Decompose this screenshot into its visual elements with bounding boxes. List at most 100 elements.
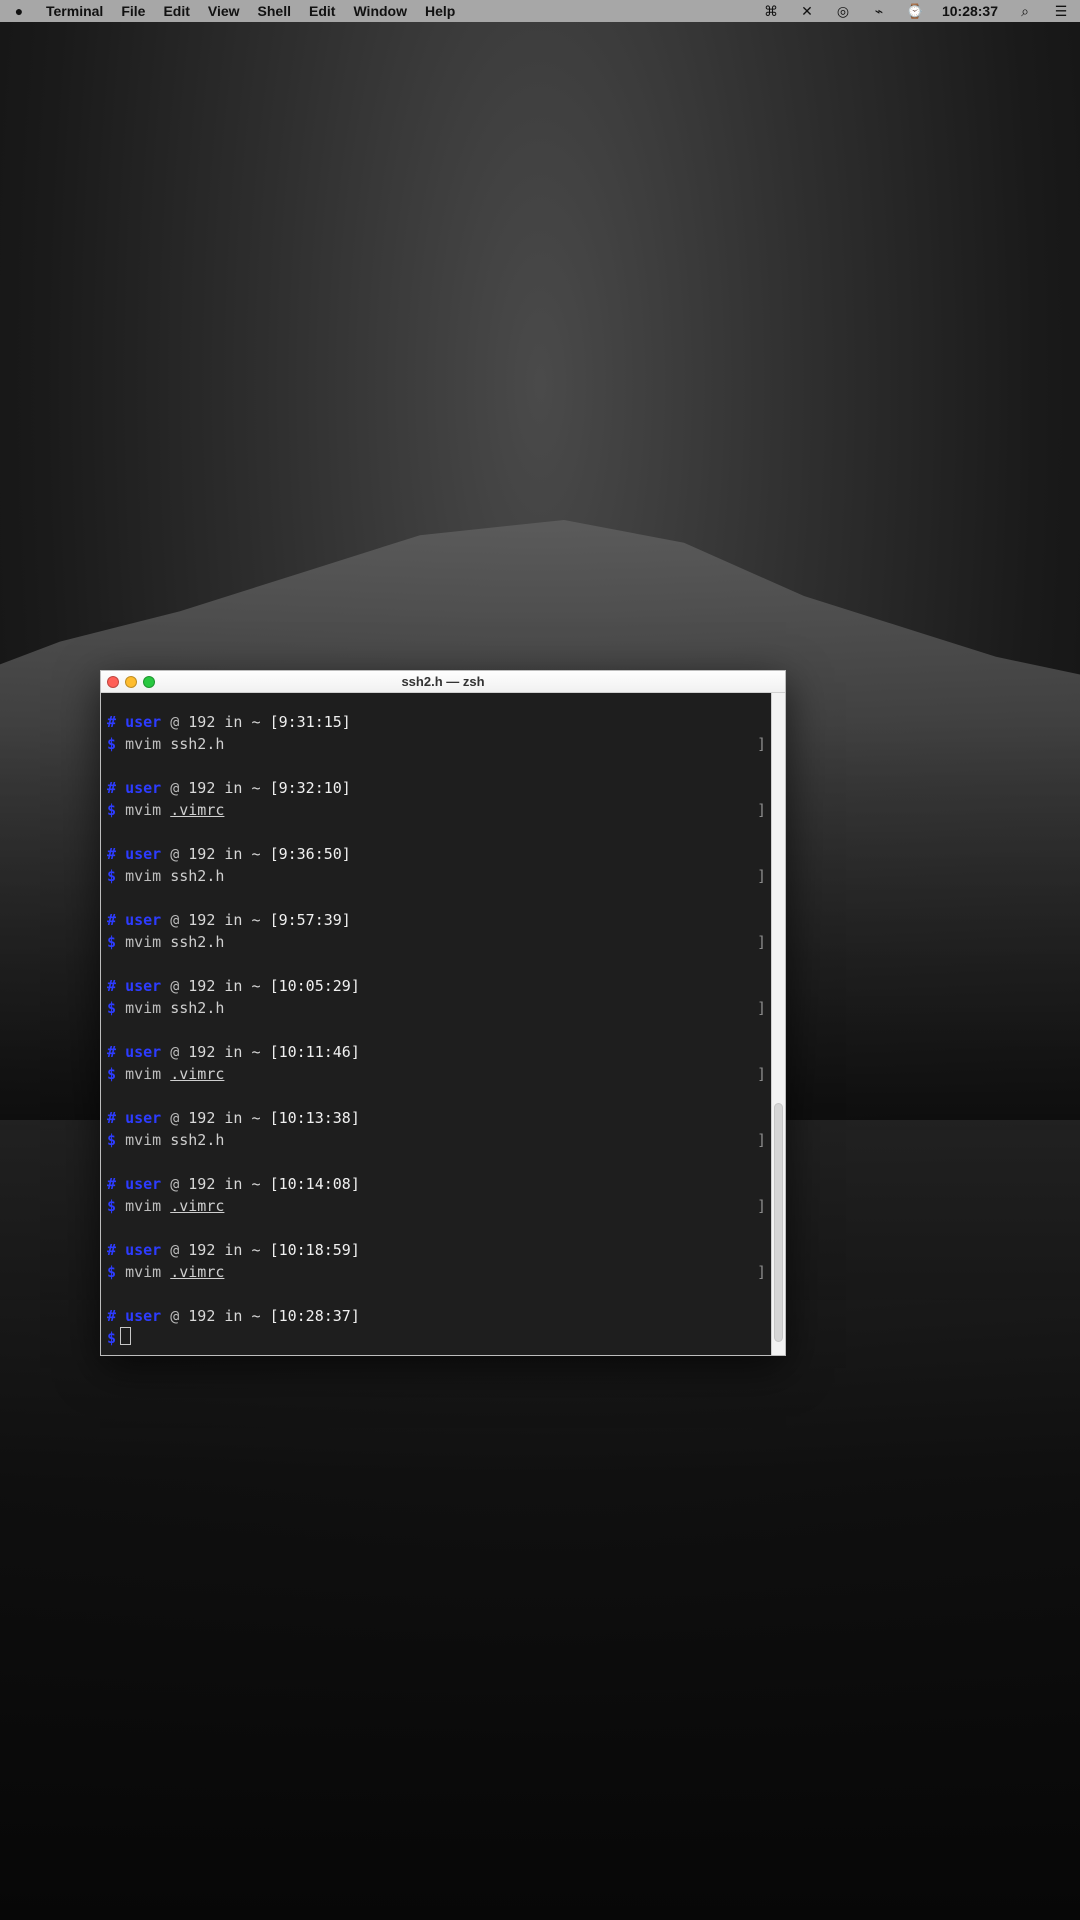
prompt-host: 192 [188, 911, 216, 929]
terminal-entry: # user @ 192 in ~ [9:36:50] $ mvim ssh2.h… [107, 843, 767, 887]
prompt-at: @ [170, 1109, 180, 1127]
prompt-at: @ [170, 1307, 180, 1325]
line-end-mark: ] [757, 1065, 767, 1083]
prompt-user: user [125, 911, 162, 929]
command-file: .vimrc [170, 801, 225, 819]
terminal-window[interactable]: ssh2.h — zsh # user @ 192 in ~ [9:31:15]… [100, 670, 786, 1356]
menu-shell[interactable]: Shell [258, 0, 291, 22]
prompt-path: ~ [251, 845, 261, 863]
command-name: mvim [125, 1263, 162, 1281]
command-prefix: $ [107, 999, 117, 1017]
status-icon-3[interactable]: ◎ [834, 2, 852, 20]
status-icon-2[interactable]: ✕ [798, 2, 816, 20]
prompt-user: user [125, 1043, 162, 1061]
prompt-line: # user @ 192 in ~ [10:28:37] [107, 1305, 765, 1327]
prompt-time: [9:31:15] [269, 713, 351, 731]
prompt-in: in [224, 713, 243, 731]
terminal-scroll-thumb[interactable] [774, 1103, 783, 1342]
command-prefix: $ [107, 867, 117, 885]
prompt-time: [9:32:10] [269, 779, 351, 797]
command-line: $ mvim .vimrc] [107, 1195, 766, 1217]
prompt-user: user [125, 1307, 162, 1325]
apple-menu-icon[interactable]: ● [10, 2, 28, 20]
prompt-user: user [125, 1175, 162, 1193]
prompt-in: in [224, 977, 243, 995]
command-file: ssh2.h [170, 933, 225, 951]
status-icon-4[interactable]: ⌁ [870, 2, 888, 20]
prompt-in: in [224, 1109, 243, 1127]
command-name: mvim [125, 867, 162, 885]
minimize-window-icon[interactable] [125, 675, 137, 688]
terminal-content[interactable]: # user @ 192 in ~ [9:31:15] $ mvim ssh2.h… [101, 693, 771, 1355]
prompt-path: ~ [251, 911, 261, 929]
prompt-user: user [125, 779, 162, 797]
command-file: ssh2.h [170, 735, 225, 753]
status-clock[interactable]: 10:28:37 [942, 0, 998, 22]
prompt-host: 192 [188, 1241, 216, 1259]
spotlight-icon[interactable]: ⌕ [1016, 2, 1034, 20]
status-icon-5[interactable]: ⌚ [906, 2, 924, 20]
command-line: $ mvim ssh2.h] [107, 931, 767, 953]
prompt-path: ~ [251, 1043, 261, 1061]
command-file: .vimrc [170, 1197, 225, 1215]
status-icon-1[interactable]: ⌘ [762, 2, 780, 20]
menu-window[interactable]: Window [353, 0, 407, 22]
line-end-mark: ] [757, 933, 767, 951]
menu-help[interactable]: Help [425, 0, 455, 22]
menu-file[interactable]: File [121, 0, 145, 22]
close-window-icon[interactable] [107, 675, 119, 688]
prompt-hash: # [107, 1109, 117, 1127]
menu-bar-left: ● Terminal File Edit View Shell Edit Win… [10, 0, 456, 22]
terminal-title: ssh2.h — zsh [401, 674, 485, 689]
prompt-host: 192 [188, 977, 216, 995]
prompt-at: @ [170, 845, 180, 863]
prompt-hash: # [107, 713, 117, 731]
menu-bar: ● Terminal File Edit View Shell Edit Win… [0, 0, 1080, 22]
command-prefix: $ [107, 1329, 117, 1347]
menu-edit[interactable]: Edit [163, 0, 189, 22]
command-line: $ mvim .vimrc] [107, 799, 766, 821]
terminal-entry: # user @ 192 in ~ [10:13:38] $ mvim ssh2.… [107, 1107, 766, 1151]
prompt-hash: # [107, 1043, 117, 1061]
command-line: $ mvim ssh2.h] [107, 1129, 766, 1151]
prompt-line: # user @ 192 in ~ [9:36:50] [107, 843, 765, 865]
app-menu-terminal[interactable]: Terminal [46, 0, 103, 22]
terminal-entry: # user @ 192 in ~ [9:32:10] $ mvim .vimrc… [107, 777, 766, 821]
prompt-at: @ [170, 1241, 180, 1259]
zoom-window-icon[interactable] [143, 675, 155, 688]
command-file: .vimrc [170, 1065, 225, 1083]
menu-view[interactable]: View [208, 0, 240, 22]
control-center-icon[interactable]: ☰ [1052, 2, 1070, 20]
prompt-hash: # [107, 1241, 117, 1259]
prompt-in: in [224, 779, 243, 797]
menu-bar-right: ⌘ ✕ ◎ ⌁ ⌚ 10:28:37 ⌕ ☰ [762, 0, 1070, 22]
prompt-time: [9:57:39] [269, 911, 351, 929]
prompt-path: ~ [251, 977, 261, 995]
terminal-entry: # user @ 192 in ~ [9:57:39] $ mvim ssh2.h… [107, 909, 767, 953]
prompt-at: @ [170, 1175, 180, 1193]
menu-edit-2[interactable]: Edit [309, 0, 335, 22]
prompt-line: # user @ 192 in ~ [9:31:15] [107, 711, 765, 733]
line-end-mark: ] [757, 867, 767, 885]
command-file: ssh2.h [170, 1131, 225, 1149]
prompt-at: @ [170, 977, 180, 995]
prompt-at: @ [170, 911, 180, 929]
prompt-at: @ [170, 1043, 180, 1061]
prompt-user: user [125, 977, 162, 995]
command-prefix: $ [107, 801, 117, 819]
prompt-user: user [125, 845, 162, 863]
prompt-line: # user @ 192 in ~ [10:11:46] [107, 1041, 765, 1063]
terminal-entry: # user @ 192 in ~ [10:14:08] $ mvim .vimr… [107, 1173, 766, 1217]
terminal-scrollbar[interactable] [771, 693, 785, 1355]
command-name: mvim [125, 801, 162, 819]
prompt-line: # user @ 192 in ~ [9:32:10] [107, 777, 765, 799]
command-prefix: $ [107, 735, 117, 753]
terminal-titlebar[interactable]: ssh2.h — zsh [101, 671, 785, 693]
prompt-line: # user @ 192 in ~ [10:18:59] [107, 1239, 765, 1261]
prompt-host: 192 [188, 1307, 216, 1325]
prompt-host: 192 [188, 845, 216, 863]
prompt-time: [10:28:37] [269, 1307, 360, 1325]
prompt-in: in [224, 1307, 243, 1325]
prompt-hash: # [107, 845, 117, 863]
prompt-in: in [224, 911, 243, 929]
